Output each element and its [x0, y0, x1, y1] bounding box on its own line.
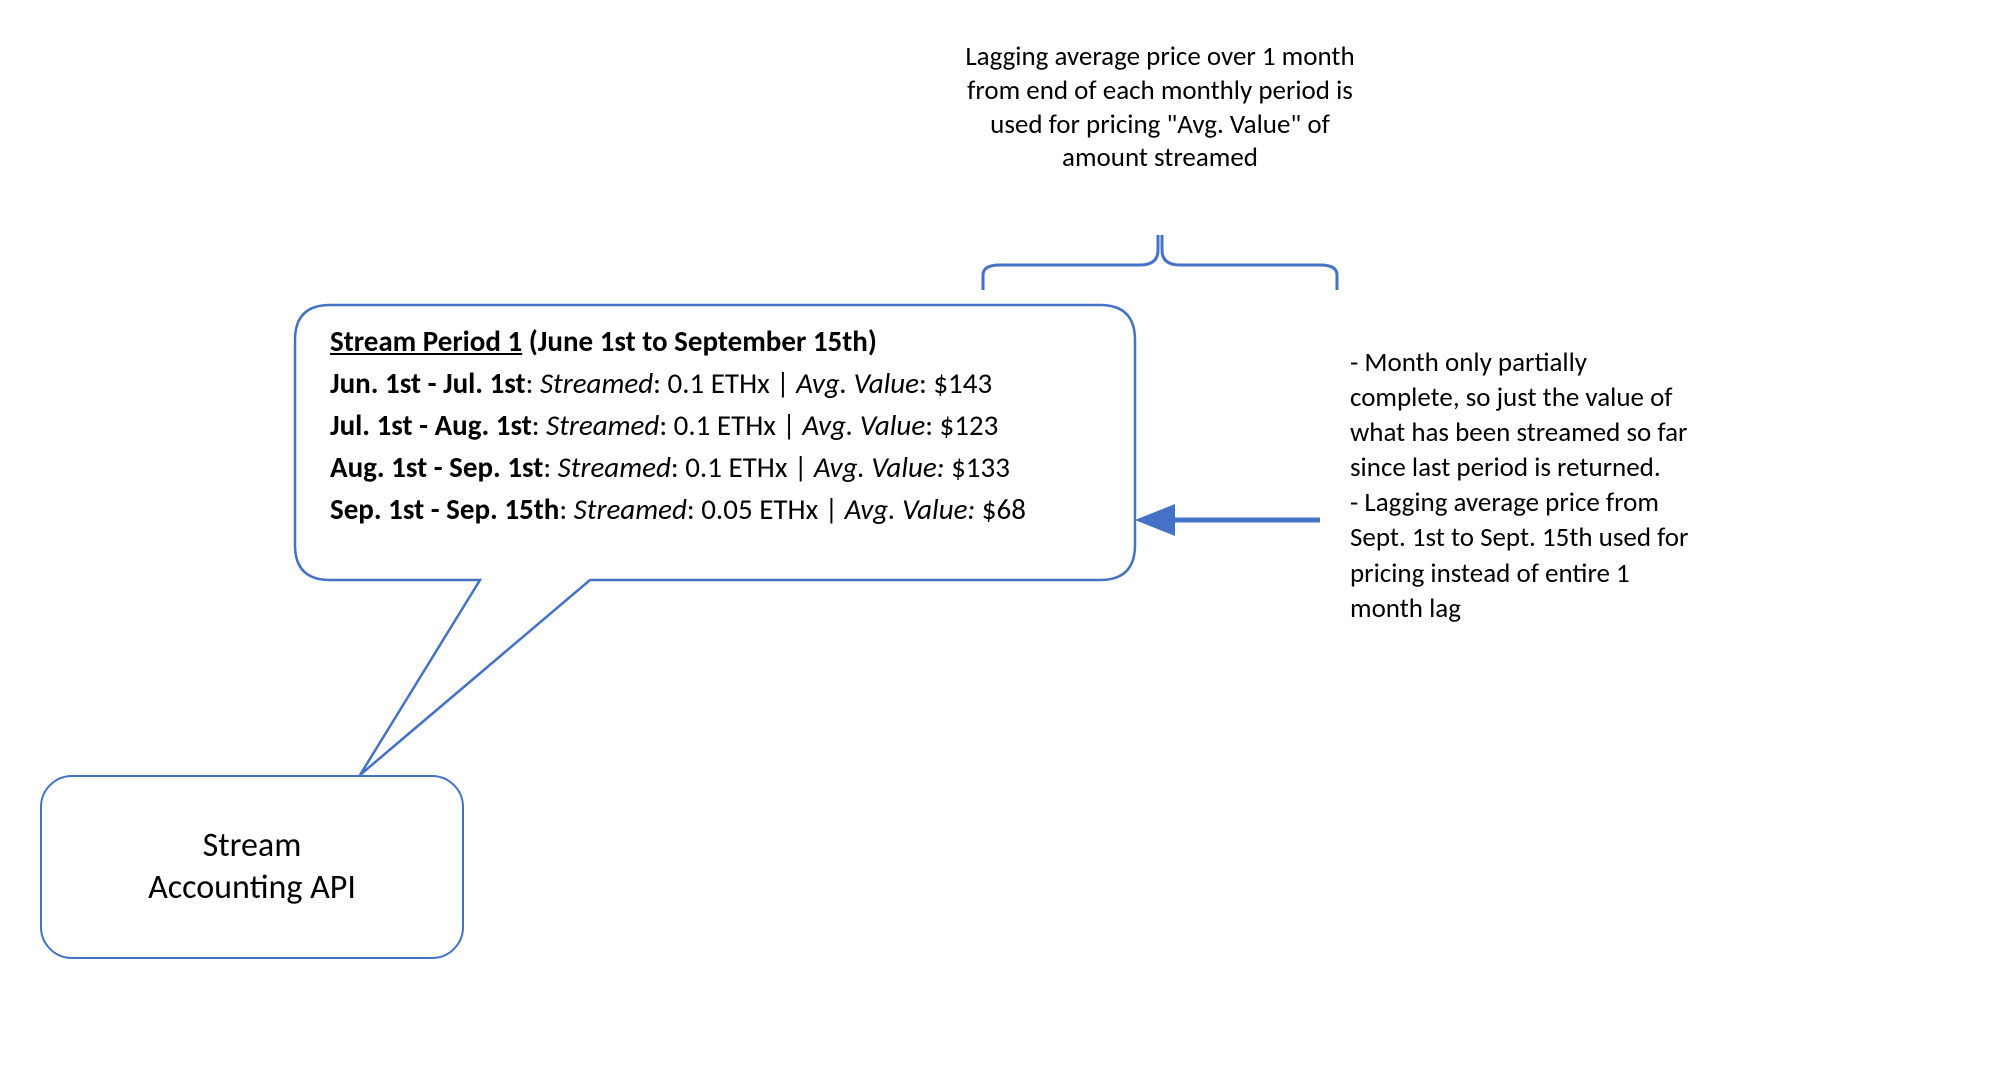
- row-date: Jun. 1st - Jul. 1st: [330, 365, 526, 401]
- row-avg-value: $123: [940, 407, 999, 443]
- row-streamed-label: Streamed: [574, 491, 687, 527]
- row-date: Sep. 1st - Sep. 15th: [330, 491, 559, 527]
- arrow-left-icon: [1135, 500, 1320, 540]
- row-date: Jul. 1st - Aug. 1st: [330, 407, 532, 443]
- row-streamed-value: 0.05 ETHx: [701, 491, 818, 527]
- bubble-row: Sep. 1st - Sep. 15th: Streamed: 0.05 ETH…: [330, 488, 1090, 530]
- row-streamed-label: Streamed: [546, 407, 659, 443]
- row-avg-value: $68: [982, 491, 1026, 527]
- speech-bubble-content: Stream Period 1 (June 1st to September 1…: [330, 320, 1090, 530]
- row-streamed-value: 0.1 ETHx: [674, 407, 776, 443]
- bubble-row: Aug. 1st - Sep. 1st: Streamed: 0.1 ETHx …: [330, 446, 1090, 488]
- row-avg-label: Avg. Value: [802, 407, 925, 443]
- row-streamed-label: Streamed: [540, 365, 653, 401]
- row-streamed-label: Streamed: [558, 449, 671, 485]
- row-streamed-value: 0.1 ETHx: [668, 365, 770, 401]
- row-date: Aug. 1st - Sep. 1st: [330, 449, 543, 485]
- row-avg-label: Avg. Value: [796, 365, 919, 401]
- bubble-title-name: Stream Period 1: [330, 323, 522, 359]
- bubble-title-range: (June 1st to September 15th): [522, 323, 877, 359]
- bubble-row: Jun. 1st - Jul. 1st: Streamed: 0.1 ETHx …: [330, 362, 1090, 404]
- diagram-canvas: Lagging average price over 1 month from …: [0, 0, 2000, 1077]
- top-annotation-text: Lagging average price over 1 month from …: [960, 40, 1360, 175]
- bubble-title: Stream Period 1 (June 1st to September 1…: [330, 320, 1090, 362]
- row-streamed-value: 0.1 ETHx: [685, 449, 787, 485]
- row-avg-label: Avg. Value:: [814, 449, 945, 485]
- row-avg-value: $133: [951, 449, 1010, 485]
- row-avg-label: Avg. Value:: [845, 491, 976, 527]
- node-label: Stream Accounting API: [148, 825, 356, 910]
- stream-accounting-api-node: Stream Accounting API: [40, 775, 464, 959]
- curly-brace-icon: [980, 225, 1340, 295]
- bubble-row: Jul. 1st - Aug. 1st: Streamed: 0.1 ETHx …: [330, 404, 1090, 446]
- right-annotation-text: - Month only partially complete, so just…: [1350, 345, 1690, 626]
- row-avg-value: $143: [933, 365, 992, 401]
